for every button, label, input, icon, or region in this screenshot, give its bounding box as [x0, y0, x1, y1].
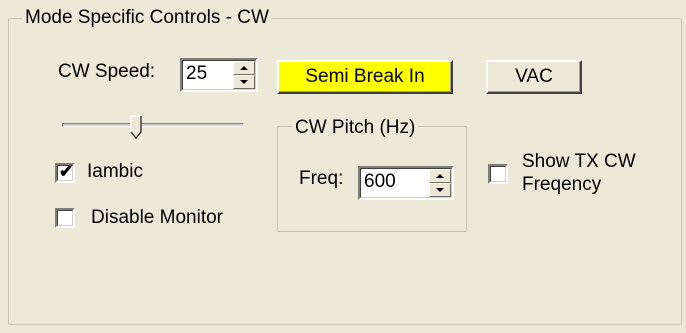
cw-speed-slider[interactable]	[62, 115, 244, 139]
triangle-down-icon	[436, 188, 444, 192]
show-tx-cw-frequency-checkbox[interactable]	[488, 164, 508, 184]
triangle-up-icon	[240, 66, 248, 70]
show-tx-label-line2: Freqency	[522, 174, 602, 195]
freq-value[interactable]: 600	[361, 169, 429, 197]
cw-speed-value[interactable]: 25	[183, 61, 233, 89]
iambic-checkbox[interactable]: ✔	[55, 162, 75, 183]
show-tx-cw-frequency-label[interactable]: Show TX CW Freqency	[522, 150, 636, 196]
show-tx-label-line1: Show TX CW	[522, 151, 636, 172]
triangle-up-icon	[436, 174, 444, 178]
check-icon: ✔	[59, 162, 74, 181]
slider-thumb[interactable]	[130, 115, 142, 139]
disable-monitor-checkbox[interactable]	[55, 208, 75, 228]
cw-speed-down-button[interactable]	[233, 75, 255, 89]
vac-button[interactable]: VAC	[486, 60, 582, 94]
mode-specific-controls-title: Mode Specific Controls - CW	[22, 7, 272, 29]
freq-label: Freq:	[299, 168, 344, 189]
slider-track	[62, 123, 244, 127]
iambic-label[interactable]: Iambic	[87, 161, 143, 183]
cw-speed-spinbox[interactable]: 25	[180, 58, 258, 92]
cw-speed-label: CW Speed:	[58, 61, 156, 82]
semi-break-in-button[interactable]: Semi Break In	[277, 60, 453, 94]
freq-up-button[interactable]	[429, 169, 451, 183]
freq-spinbox[interactable]: 600	[358, 166, 454, 200]
freq-down-button[interactable]	[429, 183, 451, 197]
cw-pitch-title: CW Pitch (Hz)	[292, 117, 419, 139]
cw-speed-up-button[interactable]	[233, 61, 255, 75]
triangle-down-icon	[240, 80, 248, 84]
disable-monitor-label[interactable]: Disable Monitor	[91, 207, 223, 229]
